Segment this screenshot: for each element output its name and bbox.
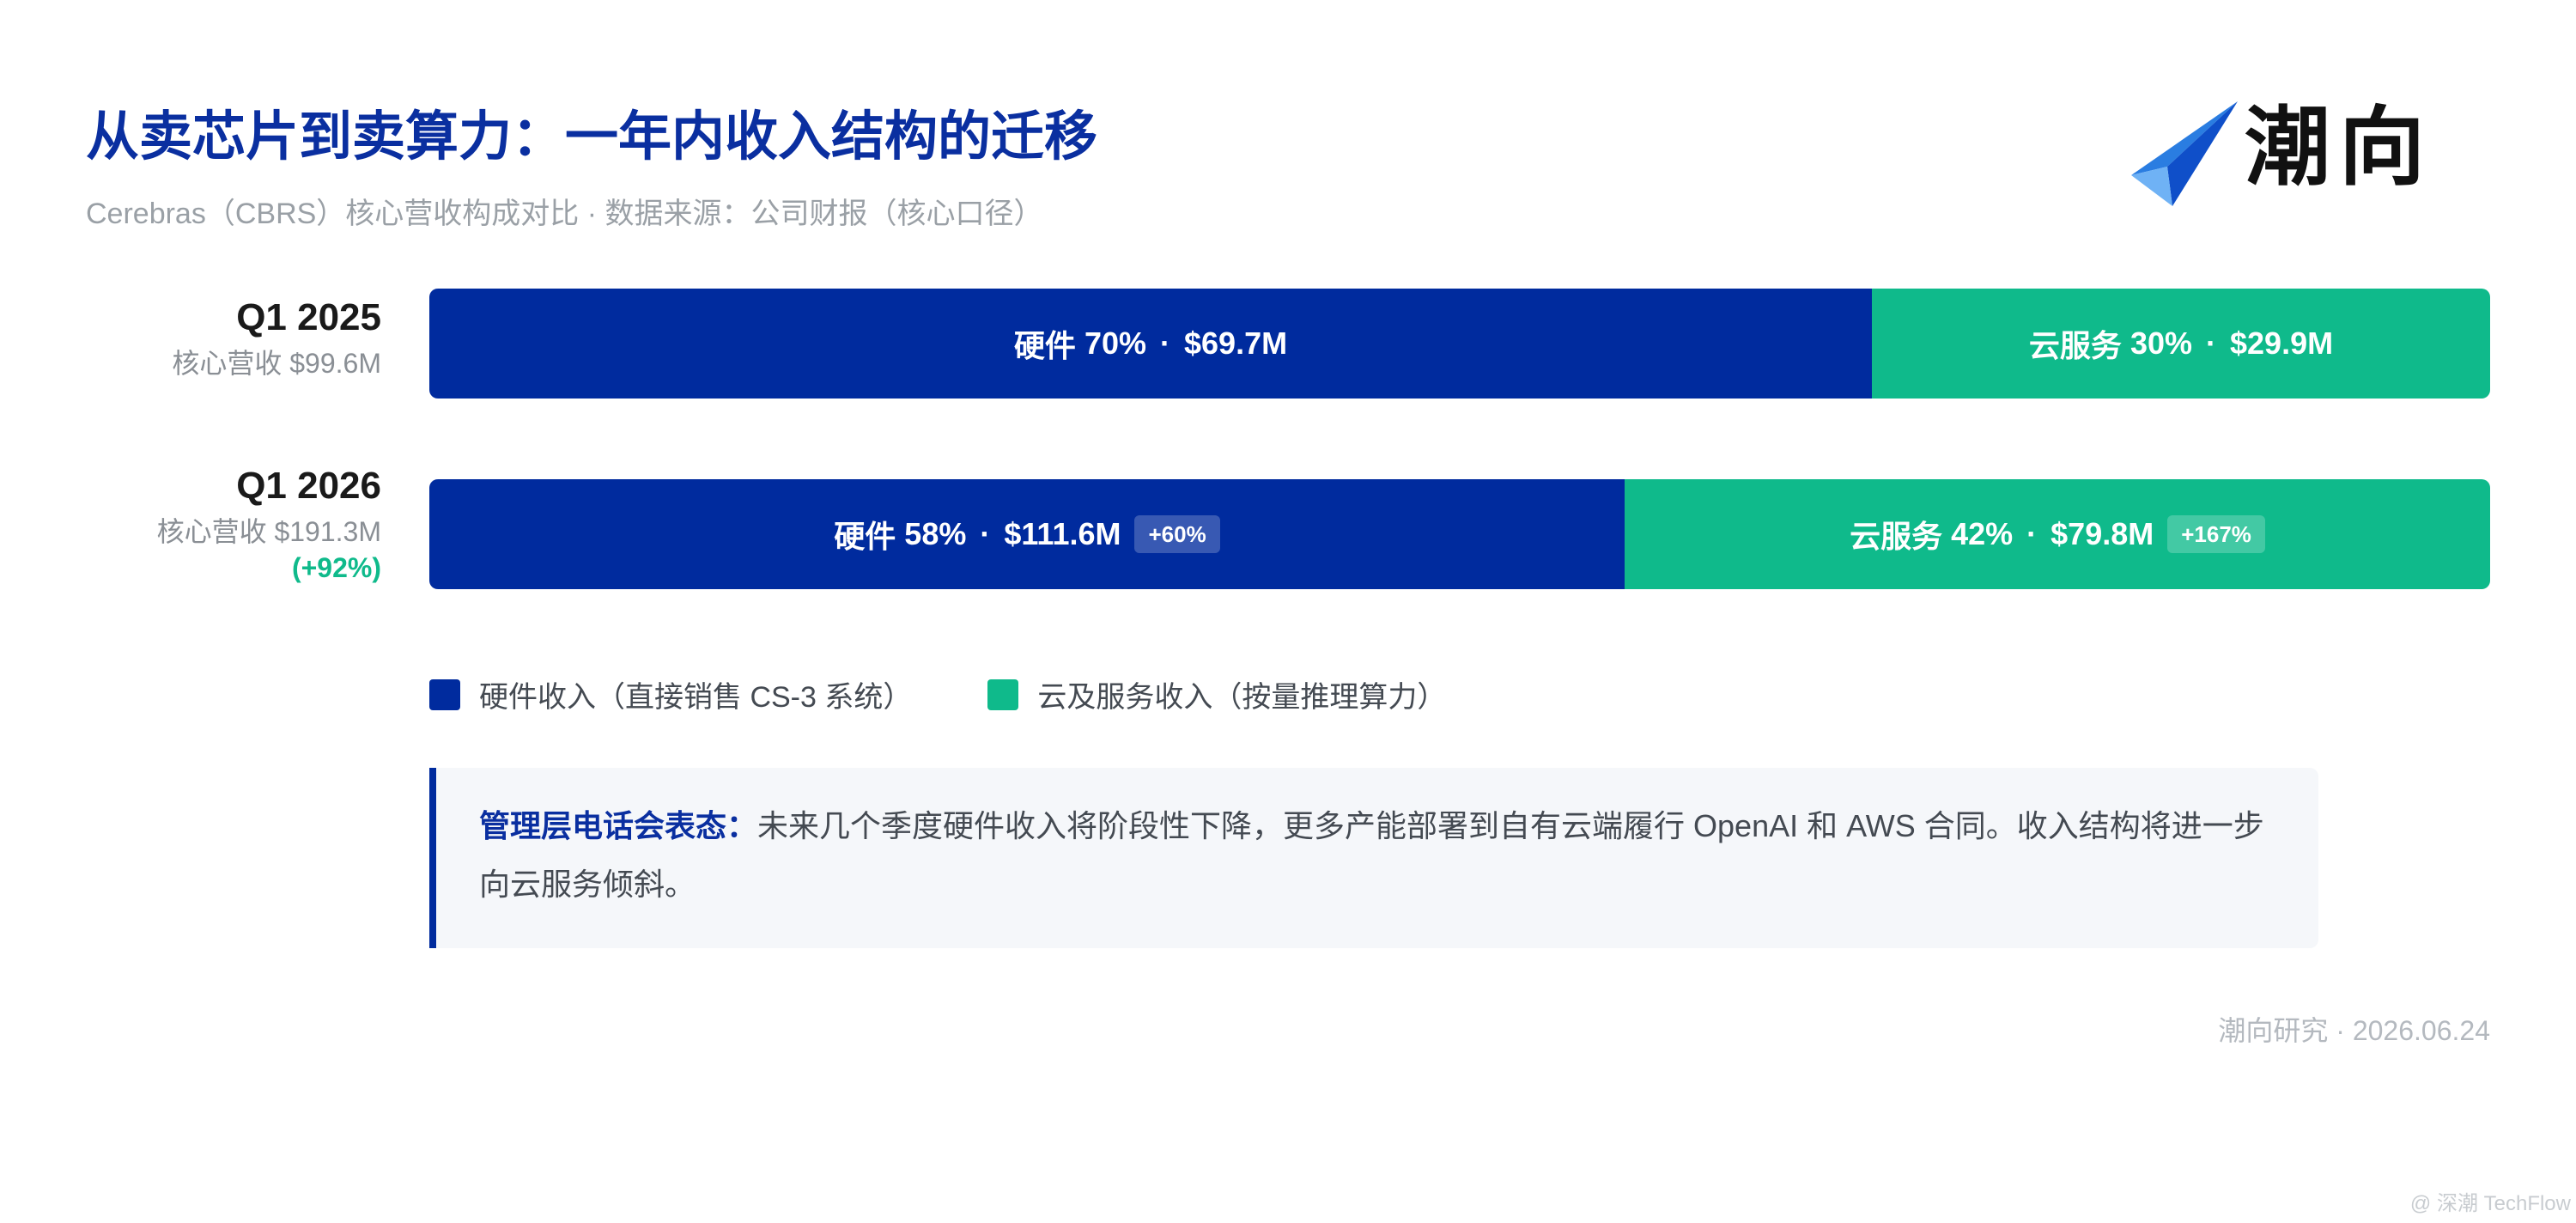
row-total: 核心营收 $191.3M (156, 516, 381, 547)
growth-label: (+92%) (291, 552, 381, 583)
segment-name: 云服务 (2028, 328, 2122, 363)
legend-item-cloud: 云及服务收入（按量推理算力） (987, 673, 1446, 715)
segment-share: 58% (904, 516, 967, 551)
segment-value: $111.6M (1004, 516, 1121, 551)
segment-name: 硬件 (1013, 328, 1076, 363)
chart-subtitle: Cerebras（CBRS）核心营收构成对比 · 数据来源：公司财报（核心口径） (86, 198, 1043, 230)
separator-dot: · (2206, 326, 2216, 361)
segment-name: 云服务 (1850, 519, 1943, 554)
legend-swatch-hardware (429, 678, 460, 710)
row-period: Q1 2025 (236, 296, 381, 338)
bar-q1-2026: 硬件 58% · $111.6M +60% 云服务 42% · $79.8M +167% (429, 479, 2490, 589)
chart-legend: 硬件收入（直接销售 CS-3 系统） 云及服务收入（按量推理算力） (429, 673, 1522, 715)
row-label-q1-2026: Q1 2026 核心营收 $191.3M (+92%) (0, 464, 381, 586)
segment-value: $29.9M (2230, 326, 2334, 361)
chart-title: 从卖芯片到卖算力：一年内收入结构的迁移 (86, 107, 1098, 167)
segment-value: $79.8M (2050, 516, 2154, 551)
growth-badge: +60% (1134, 515, 1220, 553)
legend-label: 硬件收入（直接销售 CS-3 系统） (479, 681, 913, 714)
logo-text: 潮向 (2245, 100, 2433, 196)
separator-dot: · (980, 516, 991, 551)
footer-credit: 潮向研究 · 2026.06.24 (2218, 1015, 2490, 1046)
row-label-q1-2025: Q1 2025 核心营收 $99.6M (0, 295, 381, 381)
row-period: Q1 2026 (236, 465, 381, 507)
bar-segment-hardware: 硬件 58% · $111.6M +60% (429, 479, 1625, 589)
growth-badge: +167% (2167, 515, 2265, 553)
legend-swatch-cloud (987, 678, 1019, 710)
segment-share: 30% (2129, 326, 2192, 361)
legend-item-hardware: 硬件收入（直接销售 CS-3 系统） (429, 673, 912, 715)
bar-segment-cloud: 云服务 42% · $79.8M +167% (1625, 479, 2490, 589)
separator-dot: · (1160, 326, 1170, 361)
row-total: 核心营收 $99.6M (172, 348, 381, 379)
separator-dot: · (2026, 516, 2038, 551)
bar-segment-cloud: 云服务 30% · $29.9M (1872, 289, 2490, 399)
segment-share: 70% (1084, 326, 1146, 361)
bar-segment-hardware: 硬件 70% · $69.7M (429, 289, 1872, 399)
watermark: @ 深潮 TechFlow (2409, 1192, 2571, 1215)
segment-share: 42% (1951, 516, 2014, 551)
segment-value: $69.7M (1184, 326, 1288, 361)
brand-logo: 潮向 (2128, 89, 2454, 206)
segment-name: 硬件 (834, 519, 896, 554)
note-label: 管理层电话会表态： (479, 808, 758, 843)
bar-q1-2025: 硬件 70% · $69.7M 云服务 30% · $29.9M (429, 289, 2490, 399)
arrow-logo-icon (2131, 101, 2238, 206)
management-note: 管理层电话会表态：未来几个季度硬件收入将阶段性下降，更多产能部署到自有云端履行 … (429, 768, 2318, 948)
legend-label: 云及服务收入（按量推理算力） (1037, 681, 1447, 714)
